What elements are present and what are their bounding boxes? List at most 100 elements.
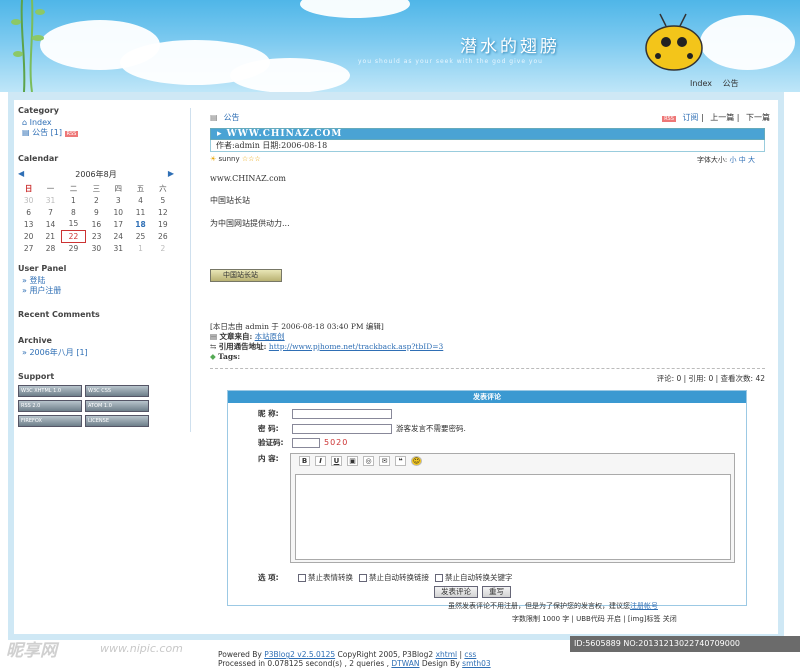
options-label: 选 项:: [258, 573, 279, 582]
underline-button[interactable]: U: [331, 456, 342, 466]
category-item-announcement[interactable]: ▤ 公告 [1] RSS: [22, 128, 79, 139]
day-cell: 29: [68, 243, 79, 253]
password-hint: 游客发言不需要密码.: [396, 424, 466, 433]
smiley-icon[interactable]: ☺: [411, 456, 422, 466]
calendar-week-row: 27 28 29 30 31 1 2: [18, 242, 174, 254]
disable-autolink-checkbox[interactable]: [359, 573, 367, 582]
link-icon[interactable]: ◎: [363, 456, 374, 466]
next-post-link[interactable]: 下一篇: [746, 113, 770, 122]
captcha-input[interactable]: [292, 437, 320, 448]
day-cell: 25: [135, 231, 146, 241]
support-heading: Support: [18, 372, 55, 381]
license-badge[interactable]: LICENSE: [85, 415, 149, 427]
reset-button[interactable]: 重写: [482, 586, 511, 598]
css-badge[interactable]: W3C CSS: [85, 385, 149, 397]
prev-post-link[interactable]: 上一篇: [710, 113, 734, 122]
nickname-input[interactable]: [292, 408, 392, 419]
day-cell: 15: [68, 219, 79, 229]
atom-badge[interactable]: ATOM 1.0: [85, 400, 149, 412]
archive-item-label: 2006年八月 [1]: [29, 348, 88, 357]
day-cell: 27: [23, 243, 34, 253]
day-cell: 9: [94, 207, 99, 217]
archive-item[interactable]: » 2006年八月 [1]: [22, 348, 88, 358]
day-cell: 7: [48, 207, 53, 217]
submit-comment-button[interactable]: 发表评论: [434, 586, 478, 598]
post-category-link[interactable]: 公告: [224, 112, 240, 123]
chinaz-logo-image[interactable]: 中国站长站: [210, 269, 282, 282]
bold-button[interactable]: B: [299, 456, 310, 466]
subscribe-link[interactable]: 订阅: [682, 113, 698, 122]
login-link[interactable]: » 登陆: [22, 276, 66, 286]
recent-comments-heading: Recent Comments: [18, 310, 100, 319]
nav-announcement-link[interactable]: 公告: [723, 79, 739, 88]
trackback-link[interactable]: http://www.pjhome.net/trackback.asp?tbID…: [269, 342, 443, 351]
day-cell: 24: [113, 231, 124, 241]
register-link[interactable]: » 用户注册: [22, 286, 66, 296]
weekday-cell: 六: [159, 183, 167, 193]
comment-textarea[interactable]: [295, 474, 731, 560]
day-cell: 2: [160, 243, 166, 253]
prev-month-icon[interactable]: ◀: [18, 169, 24, 180]
star-rating-icon: ☆☆☆: [241, 155, 261, 163]
p3blog-link[interactable]: P3Blog2 v2.5.0125: [264, 650, 335, 659]
vine-icon: [11, 0, 45, 92]
mail-icon[interactable]: ✉: [379, 456, 390, 466]
italic-button[interactable]: I: [315, 456, 326, 466]
comment-editor: B I U ▣ ◎ ✉ ❝ ☺: [290, 453, 735, 563]
category-item-index[interactable]: ⌂ Index: [22, 118, 78, 128]
password-input[interactable]: [292, 423, 392, 434]
day-cell: 13: [23, 219, 34, 229]
mood-row: ☀ sunny ☆☆☆ 字体大小: 小 中 大: [210, 155, 755, 165]
mood-indicator: ☀ sunny ☆☆☆: [210, 155, 261, 165]
post-header: ▤ 公告 RSS 订阅 | 上一篇 | 下一篇: [210, 110, 770, 124]
document-icon: ▤: [210, 332, 218, 341]
font-size-large[interactable]: 大: [748, 156, 755, 164]
day-cell: 28: [45, 243, 56, 253]
xhtml-link[interactable]: xhtml: [436, 650, 458, 659]
editor-toolbar: B I U ▣ ◎ ✉ ❝ ☺: [291, 454, 734, 468]
captcha-image: 5020: [324, 438, 349, 447]
captcha-row: 验证码: 5020: [258, 437, 348, 448]
support-badge-row: W3C XHTML 1.0 W3C CSS: [18, 385, 149, 397]
tags-label: Tags:: [218, 352, 241, 361]
weekday-cell: 三: [92, 183, 101, 193]
register-account-link[interactable]: 注册帐号: [630, 602, 658, 610]
font-size-medium[interactable]: 中: [739, 156, 746, 164]
source-row: ▤ 文章来自: 本站原创: [210, 332, 770, 342]
source-link[interactable]: 本站原创: [255, 332, 285, 341]
trackback-icon: ⇆: [210, 342, 217, 351]
post-body: www.CHINAZ.com 中国站长站 为中国网站提供动力... 中国站长站: [210, 174, 770, 282]
firefox-badge[interactable]: FIREFOX: [18, 415, 82, 427]
day-cell: 26: [158, 231, 168, 241]
calendar-heading: Calendar: [18, 154, 59, 163]
quote-icon[interactable]: ❝: [395, 456, 406, 466]
day-cell: 5: [160, 195, 166, 205]
archive-heading: Archive: [18, 336, 52, 345]
day-cell: 4: [138, 195, 143, 205]
css-link[interactable]: css: [464, 650, 476, 659]
weekday-cell: 一: [46, 183, 55, 193]
password-row: 密 码: 游客发言不需要密码.: [258, 423, 466, 434]
day-cell: 3: [115, 195, 121, 205]
trackback-label: 引用通告地址:: [218, 342, 267, 351]
disable-smilies-checkbox[interactable]: [298, 573, 306, 582]
content-label: 内 容:: [258, 454, 279, 463]
image-icon[interactable]: ▣: [347, 456, 358, 466]
rss-badge[interactable]: RSS 2.0: [18, 400, 82, 412]
disable-keywords-checkbox[interactable]: [435, 573, 443, 582]
post-nav: RSS 订阅 | 上一篇 | 下一篇: [662, 112, 770, 122]
day-cell-link[interactable]: 18: [129, 218, 152, 230]
sun-icon: ☀: [210, 155, 217, 163]
font-size-small[interactable]: 小: [730, 156, 737, 164]
day-cell: 6: [26, 207, 32, 217]
next-month-icon[interactable]: ▶: [168, 169, 174, 180]
weekday-cell: 二: [69, 183, 78, 193]
calendar-week-row: 13 14 15 16 17 18 19: [18, 218, 174, 230]
day-cell: 19: [158, 219, 168, 229]
edit-note: [本日志由 admin 于 2006-08-18 03:40 PM 编辑]: [210, 322, 384, 331]
day-cell: 30: [91, 243, 102, 253]
top-nav: Index 公告: [690, 78, 747, 89]
xhtml-badge[interactable]: W3C XHTML 1.0: [18, 385, 82, 397]
document-icon: ▤: [210, 112, 218, 122]
nav-index-link[interactable]: Index: [690, 79, 712, 88]
